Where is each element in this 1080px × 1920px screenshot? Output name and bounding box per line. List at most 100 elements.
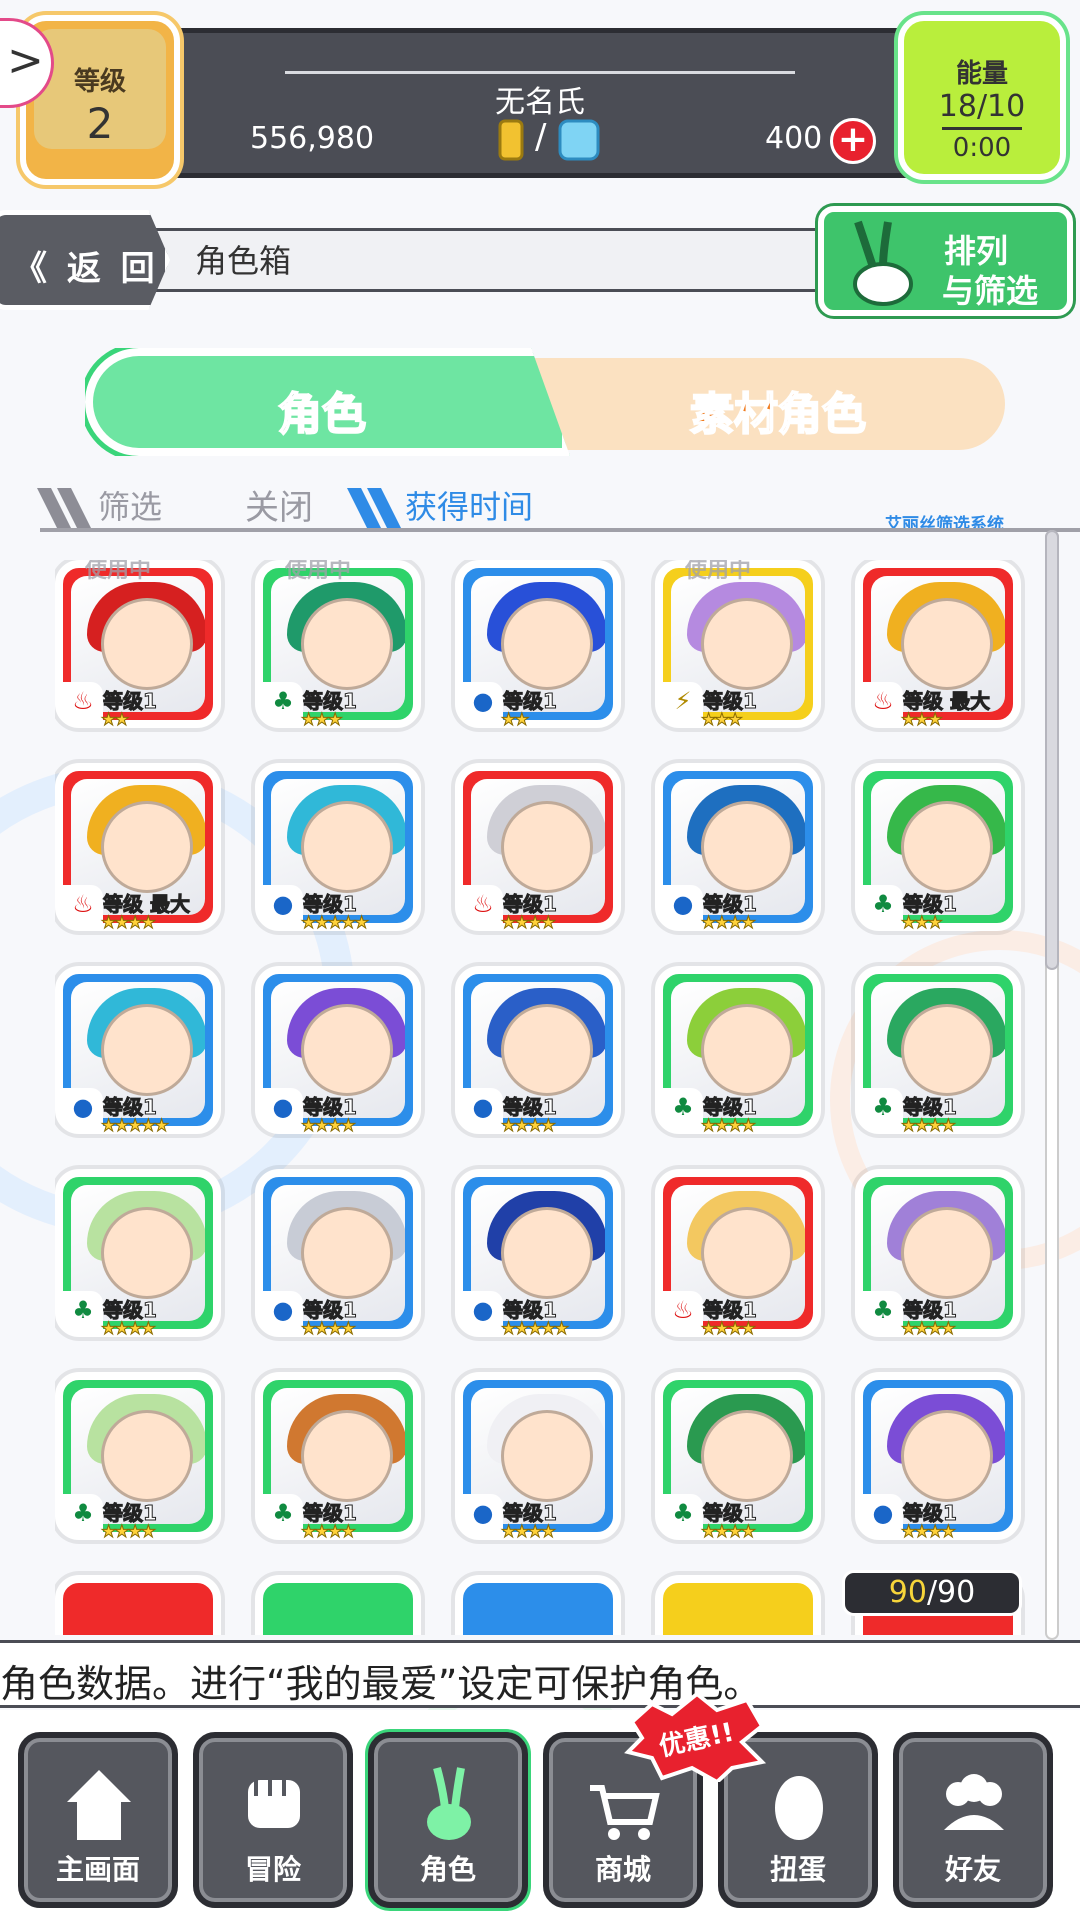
- info-ticker: 角色数据。进行“我的最爱”设定可保护角色。: [0, 1640, 1080, 1708]
- character-card[interactable]: ♨ 等级 最大 ★★★: [855, 560, 1027, 735]
- wood-element-icon: ♣: [63, 1291, 103, 1329]
- capacity-max: 90: [937, 1575, 976, 1610]
- character-card[interactable]: ♣ 等级1 ★★★★: [55, 1372, 227, 1547]
- fire-element-icon: ♨: [63, 682, 103, 720]
- nav-adventure-button[interactable]: 冒险: [193, 1732, 353, 1908]
- card-rarity-stars: ★★★★: [301, 1116, 357, 1137]
- character-card[interactable]: ♨ 等级1 ★★★★: [655, 1169, 827, 1344]
- water-element-icon: ●: [463, 1291, 503, 1329]
- card-frame: [55, 1575, 221, 1635]
- character-card[interactable]: ● 等级1 ★★★★: [455, 1372, 627, 1547]
- nav-friends-label: 好友: [944, 1853, 1001, 1886]
- wood-element-icon: ♣: [863, 1088, 903, 1126]
- card-frame: ♣ 等级1 ★★★★: [855, 1169, 1021, 1340]
- character-card[interactable]: ♨ 等级1 ★★★★: [455, 763, 627, 938]
- card-frame: ● 等级1 ★★★★: [455, 1372, 621, 1543]
- character-card[interactable]: ♣ 等级1 ★★★★: [255, 1372, 427, 1547]
- character-card-partial[interactable]: [255, 1575, 427, 1635]
- filter-state[interactable]: 关闭: [245, 480, 313, 529]
- card-frame: ● 等级1 ★★★★: [655, 763, 821, 934]
- nav-shop-label: 商城: [594, 1853, 651, 1886]
- water-element-icon: ●: [663, 885, 703, 923]
- energy-panel[interactable]: 能量 18/10 0:00: [898, 15, 1066, 180]
- card-rarity-stars: ★★: [500, 710, 530, 731]
- nav-home-button[interactable]: 主画面: [18, 1732, 178, 1908]
- character-card[interactable]: ♣ 等级1 ★★★★: [655, 966, 827, 1141]
- character-card[interactable]: ● 等级1 ★★★★: [455, 966, 627, 1141]
- gold-amount: 556,980: [250, 121, 375, 156]
- bottom-navigation: 主画面 冒险 角色 商城 扭蛋 好友: [0, 1710, 1080, 1920]
- card-frame: ♣ 等级1 ★★★★: [655, 966, 821, 1137]
- card-rarity-stars: ★★★★: [101, 1522, 157, 1543]
- card-rarity-stars: ★★★★: [701, 1522, 757, 1543]
- character-card[interactable]: ● 等级1 ★★★★: [255, 1169, 427, 1344]
- card-frame: ♣ 等级1 ★★★★: [55, 1372, 221, 1543]
- wood-element-icon: ♣: [863, 1291, 903, 1329]
- fist-icon: [248, 1780, 300, 1828]
- card-rarity-stars: ★★★★★: [100, 1116, 169, 1137]
- page-title: 角色箱: [195, 242, 292, 280]
- nav-home-label: 主画面: [55, 1853, 140, 1886]
- gold-coin-icon: [498, 119, 524, 161]
- character-card[interactable]: ● 等级1 ★★★★★: [255, 763, 427, 938]
- card-frame: ● 等级1 ★★★★: [855, 1372, 1021, 1543]
- character-card[interactable]: ♣ 等级1 ★★★★: [55, 1169, 227, 1344]
- card-rarity-stars: ★★★: [901, 710, 944, 731]
- filter-divider: [40, 528, 1080, 532]
- character-card[interactable]: ♣ 等级1 ★★★★: [855, 1169, 1027, 1344]
- card-frame: ♨ 等级 最大 ★★★★: [55, 763, 221, 934]
- card-frame: ♣ 等级1 ★★★: [855, 763, 1021, 934]
- character-card[interactable]: ● 等级1 ★★★★: [655, 763, 827, 938]
- character-card[interactable]: ⚡ 等级1 ★★★ 使用中: [655, 560, 827, 735]
- rabbit-icon: [427, 1766, 471, 1840]
- character-card-partial[interactable]: [55, 1575, 227, 1635]
- top-status-bar: 无名氏 556,980 / 400 + 等级 2 > 能量 18/10 0:00: [0, 0, 1080, 185]
- sort-filter-button[interactable]: 排列 与筛选: [818, 206, 1073, 316]
- fire-element-icon: ♨: [663, 1291, 703, 1329]
- in-use-label: 使用中: [85, 560, 152, 583]
- wood-element-icon: ♣: [663, 1088, 703, 1126]
- card-rarity-stars: ★★★: [901, 913, 944, 934]
- card-rarity-stars: ★★★: [701, 710, 744, 731]
- card-frame: ♣ 等级1 ★★★: [255, 560, 421, 731]
- character-card[interactable]: ♣ 等级1 ★★★★: [655, 1372, 827, 1547]
- water-element-icon: ●: [863, 1494, 903, 1532]
- shop-sale-badge: 优惠!!: [624, 1692, 767, 1782]
- character-card[interactable]: ● 等级1 ★★★★: [255, 966, 427, 1141]
- character-card-partial[interactable]: [455, 1575, 627, 1635]
- energy-value: 18/10: [938, 89, 1026, 124]
- nav-adventure-label: 冒险: [244, 1853, 301, 1886]
- card-frame: ● 等级1 ★★★★: [255, 1169, 421, 1340]
- card-frame: ♣ 等级1 ★★★★: [55, 1169, 221, 1340]
- filter-bar: 筛选 关闭 获得时间 艾丽丝筛选系统: [0, 478, 1080, 535]
- fire-element-icon: ♨: [463, 885, 503, 923]
- add-gems-button[interactable]: +: [830, 118, 876, 164]
- character-card[interactable]: ● 等级1 ★★★★: [855, 1372, 1027, 1547]
- card-rarity-stars: ★★★★: [701, 913, 757, 934]
- nav-friends-button[interactable]: 好友: [893, 1732, 1053, 1908]
- wood-element-icon: ♣: [263, 682, 303, 720]
- tab-characters[interactable]: 角色: [85, 348, 570, 456]
- nav-characters-button[interactable]: 角色: [368, 1732, 528, 1908]
- character-card[interactable]: ♣ 等级1 ★★★★: [855, 966, 1027, 1141]
- currency-icons: [498, 119, 600, 161]
- scrollbar-thumb[interactable]: [1045, 530, 1059, 970]
- character-card[interactable]: ● 等级1 ★★★★★: [455, 1169, 627, 1344]
- character-card[interactable]: ● 等级1 ★★: [455, 560, 627, 735]
- character-card[interactable]: ♨ 等级1 ★★ 使用中: [55, 560, 227, 735]
- character-card[interactable]: ♣ 等级1 ★★★: [855, 763, 1027, 938]
- character-card-partial[interactable]: [655, 1575, 827, 1635]
- sort-order[interactable]: 获得时间: [405, 482, 533, 528]
- nav-characters-label: 角色: [419, 1853, 476, 1886]
- wood-element-icon: ♣: [63, 1494, 103, 1532]
- back-button[interactable]: 《 返 回: [0, 210, 170, 310]
- character-card[interactable]: ♨ 等级 最大 ★★★★: [55, 763, 227, 938]
- wood-element-icon: ♣: [263, 1494, 303, 1532]
- filter-label[interactable]: 筛选: [98, 482, 162, 528]
- water-element-icon: ●: [463, 1088, 503, 1126]
- in-use-label: 使用中: [685, 560, 752, 583]
- water-element-icon: ●: [63, 1088, 103, 1126]
- fire-element-icon: ♨: [63, 885, 103, 923]
- character-card[interactable]: ♣ 等级1 ★★★ 使用中: [255, 560, 427, 735]
- character-card[interactable]: ● 等级1 ★★★★★: [55, 966, 227, 1141]
